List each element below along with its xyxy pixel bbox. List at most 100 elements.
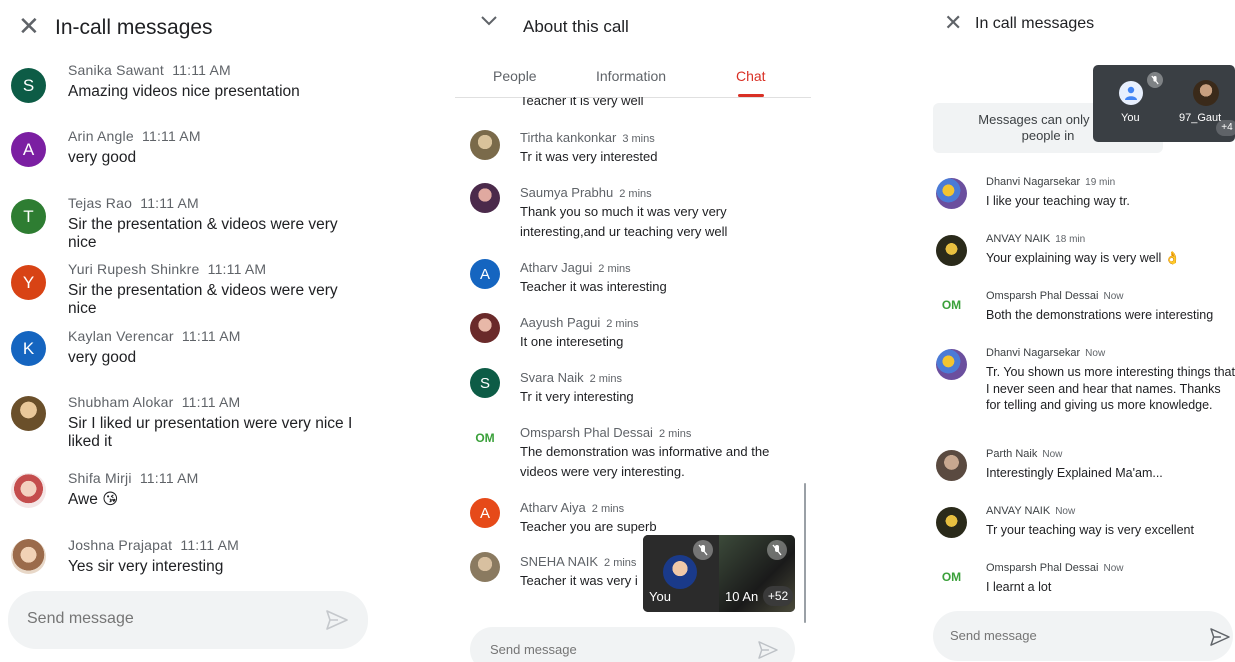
message-text: It one intereseting: [520, 334, 624, 349]
avatar: Y: [11, 265, 46, 300]
message-sender: Yuri Rupesh Shinkre 11:11 AM: [68, 261, 267, 277]
video-pip[interactable]: You 10 An +52: [643, 535, 795, 612]
mic-off-icon: [767, 540, 787, 560]
avatar: [663, 555, 697, 589]
tab-people[interactable]: People: [493, 68, 537, 84]
message-input[interactable]: [27, 610, 307, 628]
message-sender: Tejas Rao 11:11 AM: [68, 195, 199, 211]
in-call-messages-panel-2: ✕ In call messages Messages can only be …: [920, 0, 1235, 662]
avatar: [470, 313, 500, 343]
send-icon[interactable]: [326, 610, 348, 635]
message-sender: Dhanvi Nagarsekar Now: [986, 347, 1106, 359]
message-sender: Shubham Alokar 11:11 AM: [68, 394, 241, 410]
self-label: You: [649, 589, 671, 604]
message-sender: Svara Naik 2 mins: [520, 370, 622, 385]
message-compose-box: [933, 611, 1233, 661]
avatar: [1193, 80, 1219, 106]
mic-off-icon: [1147, 72, 1163, 88]
participant-video-tile: 10 An +52: [719, 535, 795, 612]
avatar: OM: [470, 423, 500, 453]
message-sender: Parth Naik Now: [986, 448, 1063, 460]
avatar: K: [11, 331, 46, 366]
panel-title: In-call messages: [55, 16, 213, 39]
send-icon[interactable]: [1210, 628, 1230, 651]
message-sender: ANVAY NAIK 18 min: [986, 233, 1086, 245]
avatar: T: [11, 199, 46, 234]
participant-label: 97_Gaut: [1179, 112, 1222, 124]
message-text: very good: [68, 149, 137, 166]
message-sender: Omsparsh Phal Dessai Now: [986, 562, 1124, 574]
chevron-down-icon[interactable]: [481, 14, 497, 32]
message-text: Yes sir very interesting: [68, 558, 224, 575]
message-text: The demonstration was informative and th…: [520, 444, 770, 479]
avatar: [470, 130, 500, 160]
close-icon[interactable]: ✕: [944, 11, 962, 36]
avatar: A: [11, 132, 46, 167]
mic-off-icon: [693, 540, 713, 560]
message-compose-box: [8, 591, 368, 649]
message-sender: Shifa Mirji 11:11 AM: [68, 470, 199, 486]
message-sender: Tirtha kankonkar 3 mins: [520, 130, 655, 145]
message-text: Tr it very interesting: [520, 389, 634, 404]
panel-title: About this call: [523, 17, 629, 36]
message-sender: Arin Angle 11:11 AM: [68, 128, 201, 144]
message-text: Teacher it was interesting: [520, 279, 667, 294]
avatar: [936, 507, 967, 538]
avatar: OM: [936, 289, 967, 320]
avatar: [1119, 81, 1143, 105]
message-text: Sir the presentation & videos were very …: [68, 282, 338, 317]
participant-label: 10 An: [725, 589, 759, 604]
message-text: Awe 😘: [68, 491, 119, 508]
message-text: Sir the presentation & videos were very …: [68, 216, 338, 251]
avatar: S: [470, 368, 500, 398]
message-text: Tr. You shown us more interesting things…: [986, 365, 1235, 412]
avatar: [11, 473, 46, 508]
panel-title: In call messages: [975, 15, 1095, 32]
message-compose-box: [470, 627, 795, 662]
close-icon[interactable]: ✕: [18, 12, 40, 42]
tab-information[interactable]: Information: [596, 68, 666, 84]
avatar: A: [470, 259, 500, 289]
self-video-tile: You: [643, 535, 719, 612]
avatar: [936, 235, 967, 266]
message-text: Sir I liked ur presentation were very ni…: [68, 415, 353, 450]
avatar: [936, 178, 967, 209]
avatar: A: [470, 498, 500, 528]
message-text: Tr it was very interested: [520, 149, 658, 164]
avatar: [936, 349, 967, 380]
scrollbar[interactable]: [804, 483, 806, 623]
message-sender: Atharv Jagui 2 mins: [520, 260, 631, 275]
message-text: Teacher you are superb: [520, 519, 657, 534]
send-icon[interactable]: [758, 641, 778, 662]
message-text: I learnt a lot: [986, 580, 1052, 594]
avatar: [11, 396, 46, 431]
tab-chat[interactable]: Chat: [736, 68, 766, 84]
message-sender: Omsparsh Phal Dessai Now: [986, 290, 1124, 302]
message-sender: Dhanvi Nagarsekar 19 min: [986, 176, 1116, 188]
message-text: I like your teaching way tr.: [986, 194, 1130, 208]
message-sender: Kaylan Verencar 11:11 AM: [68, 328, 241, 344]
avatar: OM: [936, 561, 967, 592]
in-call-messages-panel-1: ✕ In-call messages S Sanika Sawant 11:11…: [0, 0, 380, 662]
more-participants-badge: +4: [1216, 120, 1235, 136]
message-sender: ANVAY NAIK Now: [986, 505, 1076, 517]
message-sender: Joshna Prajapat 11:11 AM: [68, 537, 240, 553]
message-input[interactable]: [490, 642, 730, 657]
message-text: Thank you so much it was very very inter…: [520, 204, 728, 239]
message-sender: Sanika Sawant 11:11 AM: [68, 62, 231, 78]
message-sender: Omsparsh Phal Dessai 2 mins: [520, 425, 692, 440]
message-input[interactable]: [950, 628, 1170, 643]
avatar: [936, 450, 967, 481]
message-sender: Saumya Prabhu 2 mins: [520, 185, 652, 200]
avatar: S: [11, 68, 46, 103]
message-sender: SNEHA NAIK 2 mins: [520, 554, 637, 569]
message-text: Your explaining way is very well 👌: [986, 251, 1181, 265]
message-sender: Aayush Pagui 2 mins: [520, 315, 639, 330]
avatar: [470, 183, 500, 213]
message-text: Tr your teaching way is very excellent: [986, 523, 1194, 537]
message-text: very good: [68, 349, 137, 366]
more-participants-badge: +52: [763, 586, 793, 606]
about-this-call-panel: About this call People Information Chat …: [455, 0, 811, 662]
video-pip[interactable]: You 97_Gaut +4: [1093, 65, 1235, 142]
avatar: [470, 552, 500, 582]
